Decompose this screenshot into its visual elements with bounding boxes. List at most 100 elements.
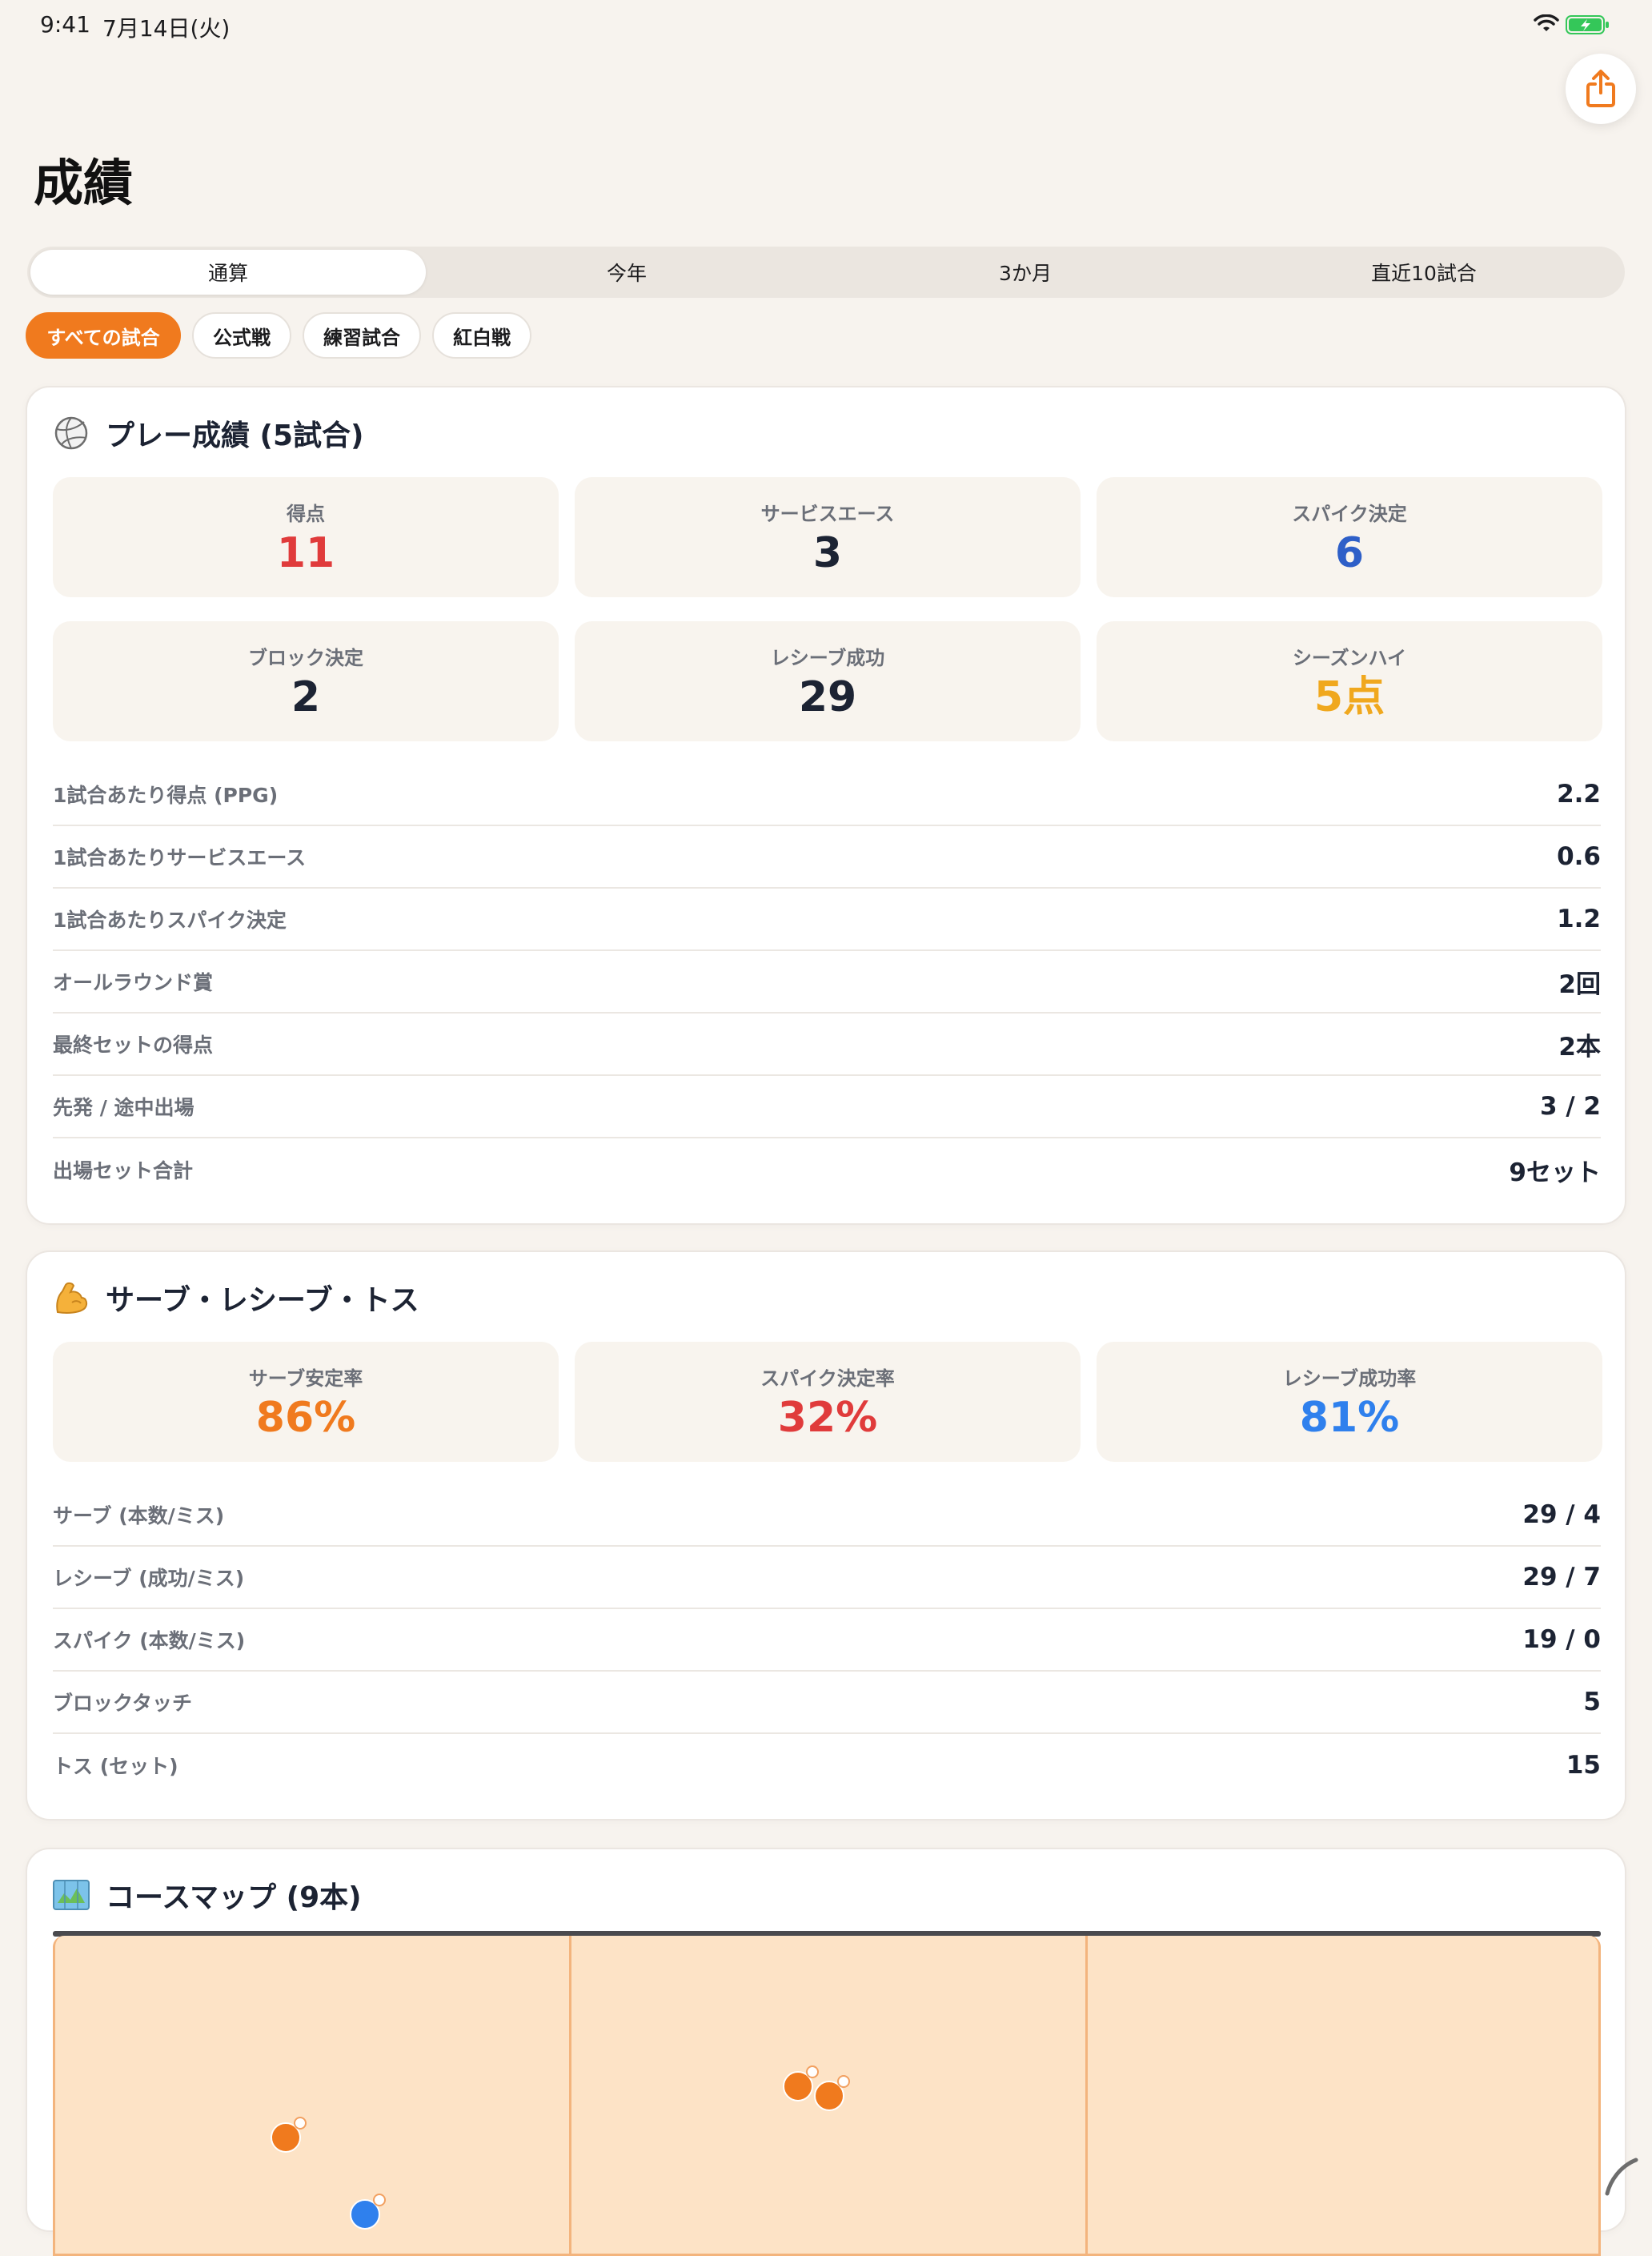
stat-row-all-round-award: オールラウンド賞 2回 [53,951,1601,1014]
play-stats-header: プレー成績 (5試合) [53,413,364,453]
stat-label: レシーブ成功 [770,646,885,669]
stat-tile-points: 得点 11 [53,477,559,597]
rate-tile-spike-kill-rate: スパイク決定率 32% [575,1342,1081,1462]
stat-row-serve: サーブ (本数/ミス) 29 / 4 [53,1484,1601,1547]
stat-value: 2 [291,672,321,721]
stat-tile-season-high: シーズンハイ 5点 [1097,621,1602,741]
tab-last-10-games[interactable]: 直近10試合 [1226,250,1622,295]
row-label: 1試合あたりスパイク決定 [53,909,287,932]
row-value: 29 / 4 [1522,1500,1601,1529]
stat-value: 6 [1334,528,1365,577]
filter-all-games[interactable]: すべての試合 [26,312,181,359]
serve-receive-toss-card: サーブ・レシーブ・トス サーブ安定率 86% スパイク決定率 32% レシーブ成… [26,1250,1626,1820]
stat-label: シーズンハイ [1292,646,1407,669]
course-map-title: コースマップ (9本) [106,1881,362,1914]
row-label: 先発 / 途中出場 [53,1096,194,1119]
stat-row-starts-subs: 先発 / 途中出場 3 / 2 [53,1076,1601,1138]
row-label: 1試合あたり得点 (PPG) [53,784,279,807]
course-map-point-marker [806,2065,820,2078]
row-value: 1.2 [1557,905,1601,933]
filter-official-games[interactable]: 公式戦 [192,312,291,359]
row-value: 9セット [1509,1158,1601,1187]
stat-value: 5点 [1313,672,1385,721]
row-value: 2.2 [1557,780,1601,809]
stat-label: スパイク決定 [1292,502,1407,525]
rate-tile-serve-stability: サーブ安定率 86% [53,1342,559,1462]
row-value: 5 [1583,1688,1601,1716]
serve-receive-toss-title: サーブ・レシーブ・トス [106,1284,419,1317]
status-date: 7月14日(火) [102,15,231,42]
course-map-header: コースマップ (9本) [53,1875,362,1915]
battery-charging-icon [1566,15,1609,34]
share-icon [1586,70,1615,107]
flexed-biceps-icon [53,1279,90,1316]
row-value: 19 / 0 [1522,1625,1601,1654]
stat-value: 29 [798,672,857,721]
row-value: 2本 [1558,1032,1601,1062]
row-label: 最終セットの得点 [53,1034,214,1057]
stat-tile-service-aces: サービスエース 3 [575,477,1081,597]
rate-label: レシーブ成功率 [1282,1367,1417,1390]
row-label: 出場セット合計 [53,1159,194,1182]
map-icon [53,1877,90,1913]
stat-tile-spike-kills: スパイク決定 6 [1097,477,1602,597]
play-stats-card: プレー成績 (5試合) 得点 11 サービスエース 3 スパイク決定 6 ブロッ… [26,386,1626,1225]
court-zone-line [1085,1936,1088,2254]
stat-row-spikes-per-game: 1試合あたりスパイク決定 1.2 [53,889,1601,951]
rate-value: 81% [1299,1393,1400,1442]
stat-label: 得点 [287,502,325,525]
row-label: トス (セット) [53,1755,178,1778]
stat-value: 3 [812,528,843,577]
row-value: 15 [1566,1751,1601,1780]
tab-total[interactable]: 通算 [30,250,426,295]
serve-receive-toss-header: サーブ・レシーブ・トス [53,1278,419,1318]
rate-value: 86% [255,1393,356,1442]
stat-row-block-touch: ブロックタッチ 5 [53,1672,1601,1734]
row-value: 2回 [1558,969,1601,999]
stat-row-aces-per-game: 1試合あたりサービスエース 0.6 [53,826,1601,889]
stat-row-final-set-points: 最終セットの得点 2本 [53,1014,1601,1076]
tab-three-months[interactable]: 3か月 [828,250,1223,295]
stat-row-ppg: 1試合あたり得点 (PPG) 2.2 [53,764,1601,826]
stat-row-total-sets: 出場セット合計 9セット [53,1138,1601,1201]
stat-label: サービスエース [760,502,895,525]
period-segmented-control: 通算 今年 3か月 直近10試合 [27,247,1625,298]
course-map-card: コースマップ (9本) [26,1848,1626,2256]
stat-row-toss: トス (セット) 15 [53,1734,1601,1796]
row-value: 3 / 2 [1539,1092,1601,1121]
share-button[interactable] [1566,54,1636,124]
row-label: ブロックタッチ [53,1692,193,1715]
stat-row-receive: レシーブ (成功/ミス) 29 / 7 [53,1547,1601,1609]
rate-value: 32% [777,1393,878,1442]
court-zone-line [569,1936,571,2254]
stat-value: 11 [276,528,335,577]
status-bar: 9:41 7月14日(火) [0,0,1652,51]
row-label: 1試合あたりサービスエース [53,846,307,869]
rate-label: スパイク決定率 [760,1367,895,1390]
wifi-icon [1534,14,1559,31]
volleyball-icon [53,415,90,452]
stat-label: ブロック決定 [248,646,363,669]
rate-label: サーブ安定率 [248,1367,363,1390]
scroll-indicator-icon [1605,2158,1638,2196]
status-time: 9:41 [40,11,90,38]
page-title: 成績 [34,154,134,212]
filter-intra-squad-games[interactable]: 紅白戦 [432,312,531,359]
court-map[interactable] [53,1936,1601,2256]
row-label: レシーブ (成功/ミス) [53,1567,245,1590]
stat-tile-receive-success: レシーブ成功 29 [575,621,1081,741]
course-map-point-marker [837,2075,850,2088]
rate-tile-receive-success: レシーブ成功率 81% [1097,1342,1602,1462]
filter-practice-games[interactable]: 練習試合 [303,312,421,359]
play-stats-title: プレー成績 (5試合) [106,419,364,452]
stat-tile-block-kills: ブロック決定 2 [53,621,559,741]
row-label: サーブ (本数/ミス) [53,1504,225,1527]
tab-this-year[interactable]: 今年 [429,250,824,295]
row-label: スパイク (本数/ミス) [53,1629,246,1652]
row-label: オールラウンド賞 [53,971,214,994]
course-map-point-marker [372,2194,386,2206]
course-map-point-marker [294,2117,307,2130]
row-value: 0.6 [1557,842,1601,871]
row-value: 29 / 7 [1522,1563,1601,1592]
stat-row-spike: スパイク (本数/ミス) 19 / 0 [53,1609,1601,1672]
